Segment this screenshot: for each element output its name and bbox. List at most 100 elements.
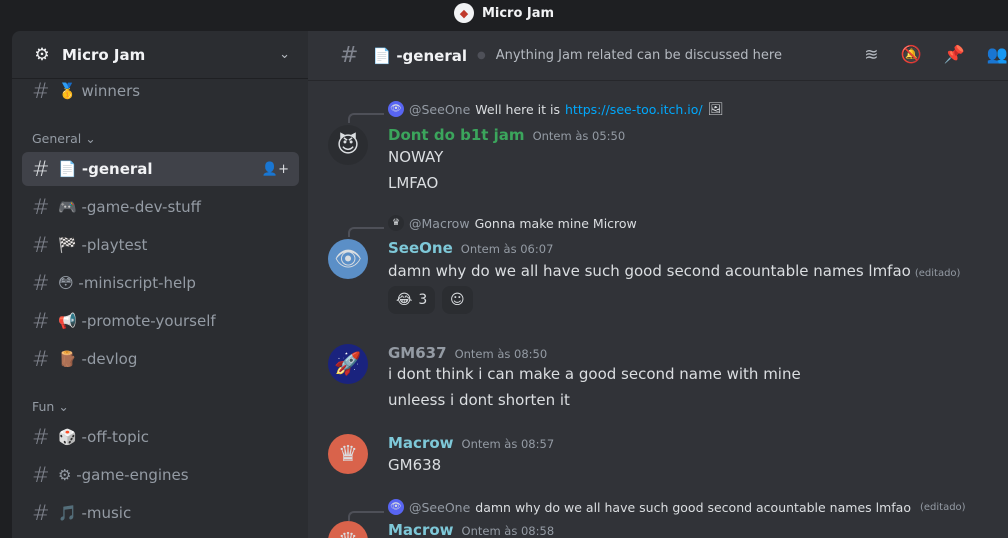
reply-avatar: 👁: [388, 499, 404, 515]
reply-avatar: ♛: [388, 215, 404, 231]
message-timestamp: Ontem às 08:57: [461, 437, 555, 451]
channel-playtest[interactable]: # 🏁 -playtest: [22, 228, 299, 262]
reply-spine: [348, 227, 384, 237]
reply-preview[interactable]: 👁 @SeeOne damn why do we all have such g…: [388, 499, 966, 515]
channel-label: 🥇 winners: [58, 82, 141, 100]
chevron-down-icon[interactable]: ⌄: [279, 47, 290, 62]
channel-header: # 📄 -general ● Anything Jam related can …: [308, 31, 1008, 81]
reaction-count: 3: [418, 292, 428, 308]
server-icon: ◆: [453, 3, 474, 23]
server-name: Micro Jam: [62, 45, 146, 64]
laughing-emoji-icon: 😂: [396, 292, 413, 308]
message-timestamp: Ontem às 08:58: [461, 524, 555, 538]
header-toolbar: ≋ 🔕 📌 👥: [864, 45, 1008, 65]
channel-game-engines[interactable]: # ⚙ -game-engines: [22, 458, 299, 492]
channel-general[interactable]: # 📄 -general 👤+: [22, 152, 299, 186]
channel-sidebar: ⚙ Micro Jam ⌄ # 🥇 winners General ⌄ # 📄 …: [12, 31, 308, 538]
hash-icon: #: [32, 309, 50, 333]
reply-author: @SeeOne: [409, 499, 471, 515]
hash-icon: #: [32, 195, 50, 219]
author-name: GM637: [388, 344, 447, 362]
channel-game-dev-stuff[interactable]: # 🎮 -game-dev-stuff: [22, 190, 299, 224]
separator-dot: ●: [477, 50, 486, 61]
message-line: LMFAO: [388, 174, 439, 192]
channel-label: 🎮 -game-dev-stuff: [58, 198, 201, 216]
channel-winners[interactable]: # 🥇 winners: [22, 74, 299, 108]
reply-author: @Macrow: [409, 215, 470, 231]
message-author[interactable]: Macrow Ontem às 08:58: [388, 521, 554, 538]
chat-area: # 📄 -general ● Anything Jam related can …: [308, 31, 1008, 538]
message-timestamp: Ontem às 08:50: [454, 347, 548, 361]
message-timestamp: Ontem às 06:07: [460, 242, 554, 256]
channel-label: 🎵 -music: [58, 504, 132, 522]
server-settings-icon: ⚙: [34, 44, 50, 65]
title-bar: ◆ Micro Jam: [0, 0, 1008, 26]
reply-author: @SeeOne: [409, 101, 471, 117]
members-icon[interactable]: 👥: [987, 45, 1008, 65]
hash-icon: #: [32, 157, 50, 181]
reply-spine: [348, 511, 384, 521]
edited-tag: (editado): [919, 501, 966, 513]
avatar[interactable]: 😈: [328, 125, 368, 165]
message-author[interactable]: Dont do b1t jam Ontem às 05:50: [388, 126, 625, 144]
channel-label: ⚙ -game-engines: [58, 466, 189, 484]
category-general[interactable]: General ⌄: [32, 131, 96, 146]
invite-member-icon[interactable]: 👤+: [262, 162, 289, 177]
avatar[interactable]: 🚀: [328, 344, 368, 384]
channel-promote-yourself[interactable]: # 📢 -promote-yourself: [22, 304, 299, 338]
avatar[interactable]: 👁: [328, 239, 368, 279]
author-name: Macrow: [388, 521, 454, 538]
message-line: i dont think i can make a good second na…: [388, 365, 801, 383]
message-line: NOWAY: [388, 148, 444, 166]
message-author[interactable]: GM637 Ontem às 08:50: [388, 344, 547, 362]
channel-devlog[interactable]: # 🪵 -devlog: [22, 342, 299, 376]
reply-text: Well here it is: [475, 101, 560, 117]
avatar[interactable]: ♛: [328, 521, 368, 538]
channel-miniscript-help[interactable]: # 😳 -miniscript-help: [22, 266, 299, 300]
channel-label: 🪵 -devlog: [58, 350, 138, 368]
reply-avatar: 👁: [388, 101, 404, 117]
edited-tag: (editado): [914, 268, 961, 279]
reaction-chip[interactable]: 😂 3: [388, 286, 436, 314]
message-author[interactable]: Macrow Ontem às 08:57: [388, 434, 554, 452]
message-timestamp: Ontem às 05:50: [532, 129, 626, 143]
add-reaction-button[interactable]: ☺: [442, 286, 473, 314]
image-icon: 🖼: [707, 101, 724, 116]
reply-text: damn why do we all have such good second…: [475, 499, 911, 515]
hash-icon: #: [32, 233, 50, 257]
message-author[interactable]: SeeOne Ontem às 06:07: [388, 239, 553, 257]
window-title: Micro Jam: [481, 5, 555, 21]
threads-icon[interactable]: ≋: [864, 45, 878, 65]
author-name: Dont do b1t jam: [388, 126, 525, 144]
smiley-icon: ☺: [450, 292, 465, 308]
author-name: SeeOne: [388, 239, 453, 257]
author-name: Macrow: [388, 434, 454, 452]
category-fun[interactable]: Fun ⌄: [32, 399, 69, 414]
channel-topic[interactable]: Anything Jam related can be discussed he…: [496, 48, 782, 63]
message-line: unleess i dont shorten it: [388, 391, 570, 409]
reply-text: Gonna make mine Microw: [474, 215, 637, 231]
channel-off-topic[interactable]: # 🎲 -off-topic: [22, 420, 299, 454]
message-line: GM638: [388, 456, 442, 474]
mute-notifications-icon[interactable]: 🔕: [900, 45, 921, 65]
hash-icon: #: [32, 271, 50, 295]
channel-label: 😳 -miniscript-help: [58, 274, 196, 292]
hash-icon: #: [340, 43, 359, 68]
message-line: damn why do we all have such good second…: [388, 262, 960, 280]
pin-icon[interactable]: 📌: [944, 45, 965, 65]
channel-label: 🏁 -playtest: [58, 236, 148, 254]
channel-label: 🎲 -off-topic: [58, 428, 150, 446]
channel-label: 📄 -general: [58, 160, 153, 178]
channel-label: 📢 -promote-yourself: [58, 312, 216, 330]
hash-icon: #: [32, 347, 50, 371]
channel-music[interactable]: # 🎵 -music: [22, 496, 299, 530]
server-header[interactable]: ⚙ Micro Jam ⌄: [12, 31, 308, 79]
reply-preview[interactable]: 👁 @SeeOne Well here it is https://see-to…: [388, 101, 724, 117]
reply-preview[interactable]: ♛ @Macrow Gonna make mine Microw: [388, 215, 637, 231]
channel-name: 📄 -general: [372, 46, 467, 65]
hash-icon: #: [32, 501, 50, 525]
avatar[interactable]: ♛: [328, 434, 368, 474]
reply-link[interactable]: https://see-too.itch.io/: [565, 102, 703, 117]
reply-spine: [348, 113, 384, 123]
message-text: damn why do we all have such good second…: [388, 262, 911, 280]
